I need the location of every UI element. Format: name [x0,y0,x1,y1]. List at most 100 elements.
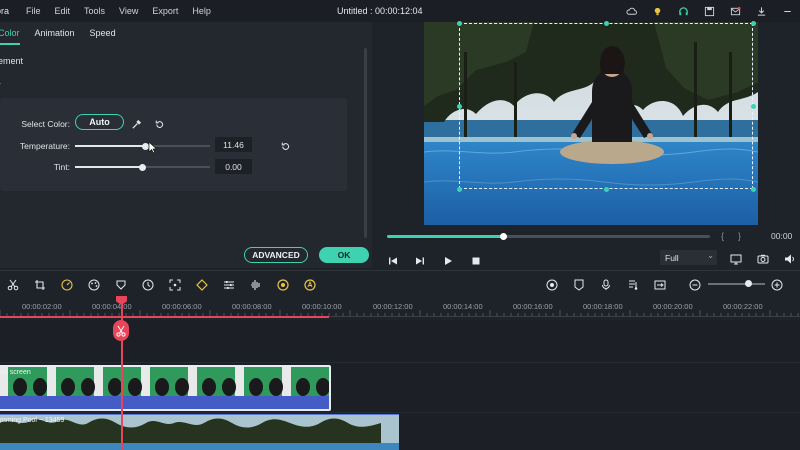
camera-icon[interactable] [757,252,769,270]
tint-slider-thumb[interactable] [139,163,146,171]
adjust-sliders-icon[interactable] [223,278,235,290]
menu-tools[interactable]: Tools [84,6,105,16]
selection-box[interactable] [459,23,753,189]
mouse-cursor-icon [148,141,158,159]
tab-color[interactable]: Color [0,28,20,38]
render-preview-icon[interactable] [546,278,558,291]
menu-bar: File Edit Tools View Export Help [26,6,225,16]
download-icon[interactable] [748,0,774,22]
picture-in-picture-icon[interactable] [654,278,666,290]
menu-view[interactable]: View [119,6,138,16]
split-scissors-icon[interactable] [113,320,129,341]
resize-handle-bottom[interactable] [603,186,609,192]
chevron-down-icon: ⌄ [707,251,714,260]
audio-mixer-icon[interactable] [627,278,639,290]
menu-export[interactable]: Export [152,6,178,16]
save-icon[interactable] [696,0,722,22]
previous-frame-icon[interactable] [388,253,398,271]
headset-icon[interactable] [670,0,696,22]
playback-progress[interactable] [387,233,710,240]
tint-label: Tint: [53,162,70,172]
swimming-pool-clip[interactable]: mming Pool ~ 13459 [0,414,399,450]
keyframe-diamond-icon[interactable] [196,278,208,291]
panel-scrollbar[interactable] [364,48,367,238]
volume-icon[interactable] [784,252,796,270]
tint-slider-fill [75,166,143,168]
cloud-icon[interactable] [618,0,644,22]
ok-button[interactable]: OK [319,247,369,263]
document-title: Untitled : 00:00:12:04 [337,6,423,16]
reset-temperature-icon[interactable] [280,139,291,157]
active-tab-indicator [0,43,20,45]
tab-speed[interactable]: Speed [90,28,116,38]
resize-handle-right[interactable] [750,103,756,109]
lightbulb-icon[interactable] [644,0,670,22]
resize-handle-bottom-left[interactable] [456,186,462,192]
stop-icon[interactable] [471,253,481,271]
app-window: ora File Edit Tools View Export Help Unt… [0,0,800,450]
timeline-zoom-slider[interactable] [708,283,765,285]
in-out-markers[interactable]: {} [721,231,755,241]
playback-progress-thumb[interactable] [499,233,507,240]
ruler-tick-label: 00:00:10:00 [302,302,342,311]
ruler-render-range [0,316,329,318]
resize-handle-bottom-right[interactable] [750,186,756,192]
auto-button[interactable]: Auto [75,114,124,130]
preview-quality-select[interactable]: Full ⌄ [660,250,717,265]
tint-slider[interactable] [75,163,210,171]
ruler-tick-label: 00:00:18:00 [583,302,623,311]
zoom-in-icon[interactable] [771,278,783,291]
menu-file[interactable]: File [26,6,41,16]
crop-icon[interactable] [34,278,46,290]
menu-help[interactable]: Help [192,6,211,16]
microphone-icon[interactable] [600,278,612,290]
marker-icon[interactable] [573,278,585,291]
speed-icon[interactable] [61,278,73,291]
clip-name: mming Pool ~ 13459 [0,417,65,424]
ruler-tick-label: 00:00:22:00 [723,302,763,311]
panel-tabs: Color Animation Speed [0,22,131,44]
ruler-tick-label: 00:00:12:00 [373,302,413,311]
fit-frame-icon[interactable] [169,278,181,291]
audio-waveform-icon[interactable] [250,278,262,290]
color-match-icon[interactable] [277,278,289,291]
ruler-tick-label: 00:00:20:00 [653,302,693,311]
app-brand: ora [0,6,10,16]
temperature-value-input[interactable]: 11.46 [215,137,252,152]
tab-animation[interactable]: Animation [35,28,75,38]
resize-handle-top-right[interactable] [750,20,756,26]
ruler-tick-label: 00:00:02:00 [22,302,62,311]
tint-value-input[interactable]: 0.00 [215,159,252,174]
play-icon[interactable] [443,253,453,271]
playback-time: 00:00 [771,231,793,241]
title-bar: ora File Edit Tools View Export Help Unt… [0,0,800,22]
scissors-icon[interactable] [7,278,19,291]
next-frame-icon[interactable] [415,253,425,271]
zoom-out-icon[interactable] [689,278,701,291]
resize-handle-top-left[interactable] [456,20,462,26]
clock-icon[interactable] [142,278,154,291]
reset-color-icon[interactable] [154,117,165,135]
menu-edit[interactable]: Edit [55,6,71,16]
ruler-tick-label: 00:00:16:00 [513,302,553,311]
track-divider [0,412,800,413]
ai-tools-icon[interactable] [304,278,316,291]
mail-icon[interactable] [722,0,748,22]
green-screen-clip[interactable]: en screen [0,365,331,411]
keyframe-marker-icon[interactable] [115,278,127,290]
minimize-icon[interactable] [774,0,800,22]
temperature-slider[interactable] [75,142,210,150]
eyedropper-icon[interactable] [131,117,142,135]
section-arrow: › [0,78,1,88]
section-heading[interactable]: ement [0,56,23,66]
color-palette-icon[interactable] [88,278,100,291]
advanced-button[interactable]: ADVANCED [244,247,308,263]
clip-audio-strip [0,396,329,409]
ruler-tick-label: 00:00:08:00 [232,302,272,311]
resize-handle-top[interactable] [603,20,609,26]
temperature-slider-fill [75,145,146,147]
preview-quality-value: Full [665,252,679,263]
monitor-icon[interactable] [730,252,742,270]
resize-handle-left[interactable] [456,103,462,109]
timeline-zoom-thumb[interactable] [745,280,752,287]
